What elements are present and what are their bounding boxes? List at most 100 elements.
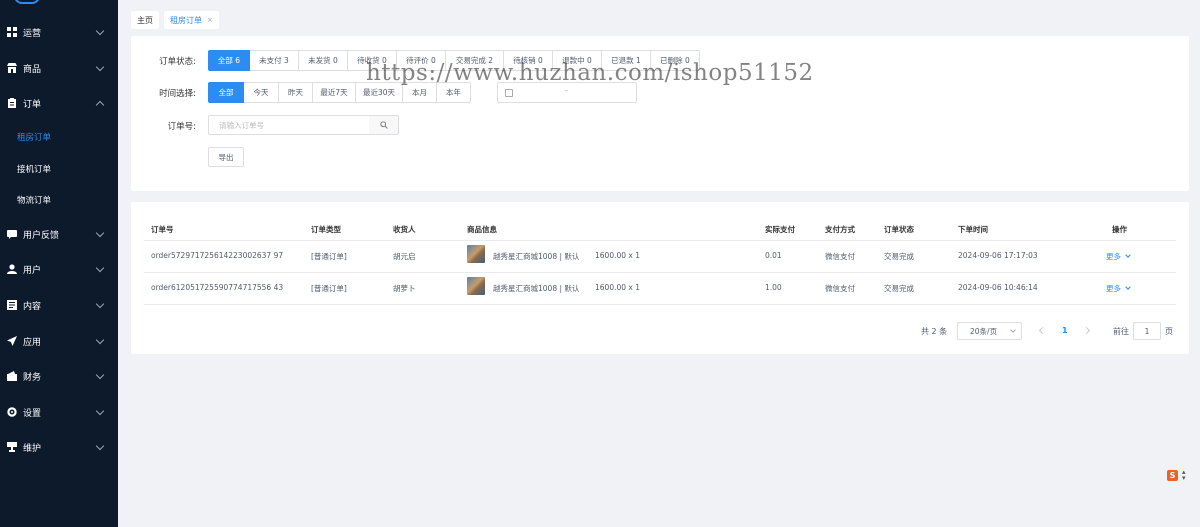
search-icon: [379, 121, 388, 129]
menu-label: 用户反馈: [23, 230, 60, 241]
order-time: 2024-09-06 17:17:03: [958, 251, 1038, 260]
time-option[interactable]: 昨天: [279, 82, 313, 103]
more-label: 更多: [1106, 252, 1121, 261]
goto-page-input[interactable]: 1: [1133, 322, 1161, 340]
chevron-down-icon: [95, 26, 105, 36]
divider: [144, 304, 1176, 305]
calendar-icon: [505, 89, 513, 97]
more-dropdown[interactable]: 更多: [1106, 251, 1131, 262]
divider: [144, 272, 1176, 273]
chevron-down-icon: [1125, 284, 1131, 290]
submenu-label: 物流订单: [17, 196, 52, 206]
order-no: order572971725614223002637 97: [151, 251, 284, 260]
submenu-item-rental-orders[interactable]: 租房订单: [0, 122, 118, 152]
product-price-qty: 1600.00 x 1: [595, 251, 640, 260]
column-header: 收货人: [393, 225, 416, 234]
column-header: 订单状态: [884, 225, 914, 234]
order-status: 交易完成: [884, 284, 914, 293]
menu-item-orders[interactable]: 订单: [0, 88, 118, 118]
paper-plane-icon: [7, 336, 17, 346]
menu-item-products[interactable]: 商品: [0, 53, 118, 83]
receiver: 胡元启: [393, 252, 416, 261]
column-header: 订单类型: [311, 225, 341, 234]
menu-label: 用户: [23, 265, 42, 276]
product-thumbnail: [467, 245, 485, 263]
menu-item-users[interactable]: 用户: [0, 254, 118, 284]
search-button[interactable]: [369, 115, 399, 135]
chevron-down-icon: [95, 62, 105, 72]
menu-item-apps[interactable]: 应用: [0, 326, 118, 356]
submenu-label: 接机订单: [17, 165, 52, 175]
table-card: [131, 202, 1189, 354]
menu-label: 内容: [23, 301, 42, 312]
status-option[interactable]: 全部 6: [208, 50, 250, 71]
time-filter-label: 时间选择:: [159, 89, 196, 99]
paid-amount: 0.01: [765, 251, 782, 260]
more-dropdown[interactable]: 更多: [1106, 283, 1131, 294]
order-status: 交易完成: [884, 252, 914, 261]
divider: [144, 240, 1176, 241]
tab-home[interactable]: 主页: [131, 11, 159, 29]
menu-item-maintenance[interactable]: 维护: [0, 432, 118, 462]
time-option[interactable]: 今天: [244, 82, 279, 103]
column-header: 订单号: [151, 225, 174, 234]
menu-item-operations[interactable]: 运营: [0, 17, 118, 47]
watermark-text: https://www.huzhan.com/ishop51152: [366, 60, 814, 86]
tab-label: 租房订单: [170, 15, 202, 25]
column-header: 支付方式: [825, 225, 855, 234]
product-info: 越秀星汇商城1008 | 默认: [493, 252, 580, 261]
menu-label: 运营: [23, 28, 42, 39]
clipboard-icon: [7, 98, 17, 108]
chevron-up-icon: [95, 100, 105, 110]
page-size-select[interactable]: 20条/页: [957, 322, 1022, 340]
date-separator: -: [565, 86, 568, 95]
chevron-down-icon: [1010, 327, 1016, 333]
submenu-item-logistics-orders[interactable]: 物流订单: [0, 185, 118, 215]
submenu-label: 租房订单: [17, 133, 52, 143]
sidebar: 运营 商品 订单 租房订单 接机订单 物流订单 用户反馈 用户 内容 应用 财务…: [0, 0, 118, 527]
chat-icon: [7, 229, 17, 239]
goto-label: 前往: [1113, 327, 1129, 336]
chevron-down-icon: [95, 228, 105, 238]
product-thumbnail: [467, 277, 485, 295]
menu-label: 商品: [23, 64, 42, 75]
status-option[interactable]: 未支付 3: [250, 50, 299, 71]
product-info: 越秀星汇商城1008 | 默认: [493, 284, 580, 293]
pay-method: 微信支付: [825, 252, 855, 261]
menu-label: 设置: [23, 408, 42, 419]
menu-item-settings[interactable]: 设置: [0, 397, 118, 427]
chevron-down-icon: [95, 335, 105, 345]
tab-rental-orders[interactable]: 租房订单 ×: [164, 11, 219, 29]
gear-icon: [7, 407, 17, 417]
page-unit: 页: [1165, 327, 1173, 336]
total-count: 共 2 条: [921, 327, 948, 336]
menu-item-finance[interactable]: 财务: [0, 361, 118, 391]
export-button[interactable]: 导出: [208, 147, 244, 167]
close-icon[interactable]: ×: [207, 16, 213, 24]
user-icon: [7, 264, 17, 274]
order-no-input[interactable]: 请输入订单号: [208, 115, 370, 135]
tabs-bar: 主页 租房订单 ×: [118, 0, 1200, 36]
chevron-down-icon: [95, 263, 105, 273]
column-header: 下单时间: [958, 225, 988, 234]
order-type: [普通订单]: [311, 252, 347, 261]
menu-label: 订单: [23, 99, 42, 110]
menu-item-feedback[interactable]: 用户反馈: [0, 219, 118, 249]
grid-icon: [7, 27, 17, 37]
submenu-item-airport-orders[interactable]: 接机订单: [0, 154, 118, 184]
time-option[interactable]: 最近7天: [313, 82, 356, 103]
menu-item-content[interactable]: 内容: [0, 290, 118, 320]
input-method-widget[interactable]: S ▴ ▾: [1167, 467, 1191, 483]
current-page[interactable]: 1: [1062, 326, 1068, 335]
pay-method: 微信支付: [825, 284, 855, 293]
page-size-value: 20条/页: [970, 326, 998, 336]
wallet-icon: [7, 371, 17, 381]
s-logo-icon: S: [1167, 469, 1178, 481]
time-option[interactable]: 全部: [208, 82, 244, 103]
status-option[interactable]: 未发货 0: [299, 50, 348, 71]
chevron-down-icon: [95, 441, 105, 451]
column-header: 商品信息: [467, 225, 497, 234]
shop-icon: [7, 63, 17, 73]
more-label: 更多: [1106, 284, 1121, 293]
menu-label: 维护: [23, 443, 42, 454]
